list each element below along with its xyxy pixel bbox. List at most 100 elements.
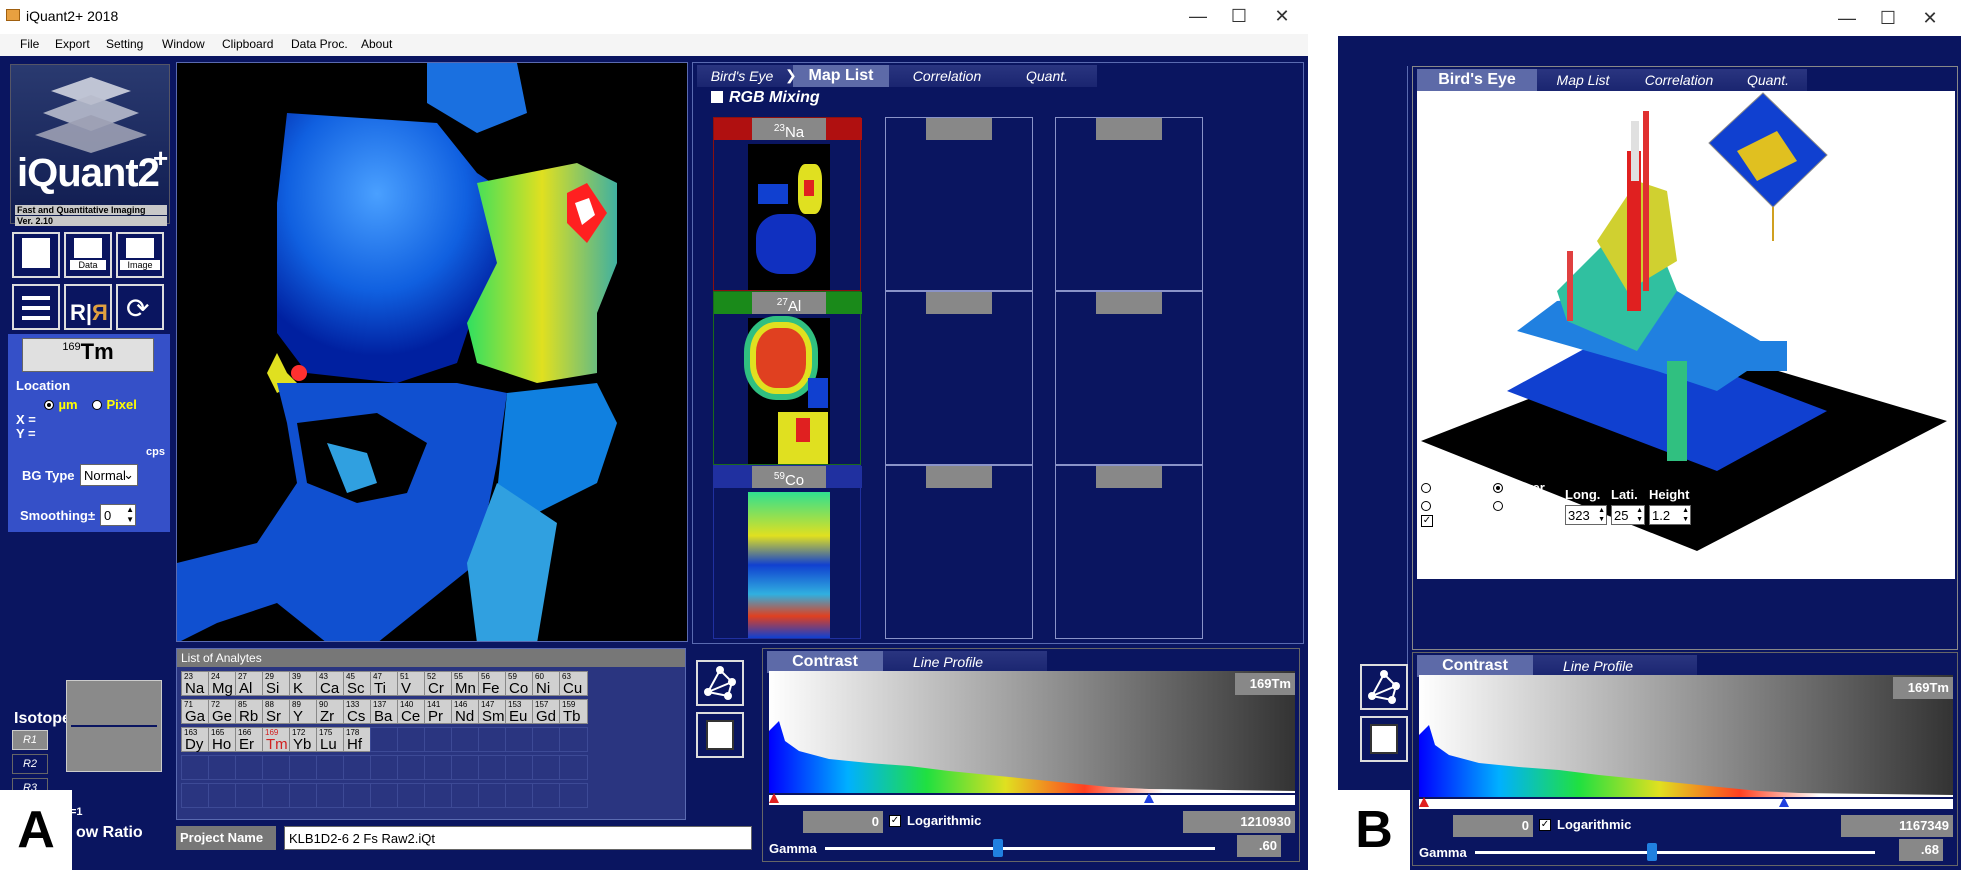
tab-line-profile[interactable]: Line Profile [1543,655,1653,677]
element-ce[interactable]: 140 Ce [397,699,426,725]
element-er[interactable]: 166 Er [235,727,264,753]
rgb-mixing-checkbox[interactable] [711,91,723,103]
menu-setting[interactable]: Setting [106,37,143,51]
tab-contrast[interactable]: Contrast [767,651,883,673]
gamma-thumb[interactable] [993,839,1003,857]
map-cell-empty[interactable] [1055,465,1203,639]
close-icon[interactable]: ✕ [1918,8,1942,29]
gamma-slider[interactable] [1475,843,1875,861]
element-ge[interactable]: 72 Ge [208,699,237,725]
maximize-icon[interactable]: ☐ [1227,6,1251,27]
element-ti[interactable]: 47 Ti [370,671,399,697]
map-cell-empty[interactable] [1055,291,1203,465]
element-rb[interactable]: 85 Rb [235,699,264,725]
element-na[interactable]: 23 Na [181,671,210,697]
map-cell-co[interactable]: 59Co [713,465,862,639]
tab-quant[interactable]: Quant. [1733,69,1803,91]
tower-radio[interactable]: Tower [1493,479,1545,497]
menu-export[interactable]: Export [55,37,90,51]
ratio-r2[interactable]: R2 [12,754,48,774]
element-ba[interactable]: 137 Ba [370,699,399,725]
tab-birds-eye[interactable]: Bird's Eye [697,65,787,87]
pixel-radio[interactable]: Pixel [92,396,137,414]
menu-window[interactable]: Window [162,37,205,51]
maximize-icon[interactable]: ☐ [1876,8,1900,29]
align-button[interactable] [12,284,60,330]
rotate-button[interactable]: ⟳ [116,284,164,330]
element-mg[interactable]: 24 Mg [208,671,237,697]
map-cell-empty[interactable] [885,117,1033,291]
element-dy[interactable]: 163 Dy [181,727,210,753]
min-marker-icon[interactable] [769,793,779,803]
element-tm[interactable]: 169 Tm [262,727,291,753]
max-marker-icon[interactable] [1779,797,1789,807]
element-ho[interactable]: 165 Ho [208,727,237,753]
report-button[interactable] [696,712,744,758]
element-ga[interactable]: 71 Ga [181,699,210,725]
menu-about[interactable]: About [361,37,392,51]
load-button[interactable] [12,232,60,278]
polygon-radio[interactable]: Polygon [1421,479,1487,497]
element-ca[interactable]: 43 Ca [316,671,345,697]
element-v[interactable]: 51 V [397,671,426,697]
element-sc[interactable]: 45 Sc [343,671,372,697]
tab-map-list[interactable]: Map List [793,65,889,87]
minimize-icon[interactable]: — [1186,6,1210,27]
report-button[interactable] [1360,716,1408,762]
tab-map-list[interactable]: Map List [1543,69,1623,91]
show-direction-checkbox[interactable]: ✓ [1421,515,1433,527]
map-cell-na[interactable]: 23Na [713,117,862,291]
smoothing-input[interactable]: 0 ▲ ▼ [100,504,136,526]
menu-file[interactable]: File [20,37,39,51]
element-nd[interactable]: 146 Nd [451,699,480,725]
network-button[interactable] [696,660,744,706]
element-lu[interactable]: 175 Lu [316,727,345,753]
mirror-button[interactable]: R|Я [64,284,112,330]
tab-contrast[interactable]: Contrast [1417,655,1533,677]
element-zr[interactable]: 90 Zr [316,699,345,725]
ratio-r1[interactable]: R1 [12,730,48,750]
element-al[interactable]: 27 Al [235,671,264,697]
logarithmic-checkbox[interactable]: ✓ [889,815,901,827]
element-k[interactable]: 39 K [289,671,318,697]
element-tb[interactable]: 159 Tb [559,699,588,725]
histogram[interactable]: 169Tm [769,671,1295,793]
gamma-thumb[interactable] [1647,843,1657,861]
minimize-icon[interactable]: — [1835,8,1859,29]
export-image-button[interactable]: Image [116,232,164,278]
menu-clipboard[interactable]: Clipboard [222,37,273,51]
project-name-input[interactable]: KLB1D2-6 2 Fs Raw2.iQt [284,826,752,850]
element-cu[interactable]: 63 Cu [559,671,588,697]
element-si[interactable]: 29 Si [262,671,291,697]
tab-correlation[interactable]: Correlation [1629,69,1729,91]
menu-data-proc[interactable]: Data Proc. [291,37,348,51]
element-cr[interactable]: 52 Cr [424,671,453,697]
map-cell-empty[interactable] [885,291,1033,465]
element-ni[interactable]: 60 Ni [532,671,561,697]
element-pr[interactable]: 141 Pr [424,699,453,725]
element-mn[interactable]: 55 Mn [451,671,480,697]
element-gd[interactable]: 157 Gd [532,699,561,725]
element-yb[interactable]: 172 Yb [289,727,318,753]
long-input[interactable]: 323 ▲ ▼ [1565,505,1607,525]
show-ratio-label[interactable]: ow Ratio [76,824,143,842]
lati-input[interactable]: 25 ▲ ▼ [1611,505,1645,525]
element-sm[interactable]: 147 Sm [478,699,507,725]
gamma-slider[interactable] [825,839,1215,857]
max-marker-icon[interactable] [1144,793,1154,803]
element-co[interactable]: 59 Co [505,671,534,697]
export-data-button[interactable]: Data [64,232,112,278]
height-input[interactable]: 1.2 ▲ ▼ [1649,505,1691,525]
tab-line-profile[interactable]: Line Profile [893,651,1003,673]
logarithmic-checkbox[interactable]: ✓ [1539,819,1551,831]
element-fe[interactable]: 56 Fe [478,671,507,697]
tab-correlation[interactable]: Correlation [893,65,1001,87]
min-marker-icon[interactable] [1419,797,1429,807]
um-radio[interactable]: µm [44,396,78,414]
network-button[interactable] [1360,664,1408,710]
element-hf[interactable]: 178 Hf [343,727,372,753]
element-y[interactable]: 89 Y [289,699,318,725]
tab-quant[interactable]: Quant. [1007,65,1087,87]
contrast-range-track[interactable] [1419,797,1953,809]
bg-type-select[interactable]: Normal ⌄ [80,464,138,486]
